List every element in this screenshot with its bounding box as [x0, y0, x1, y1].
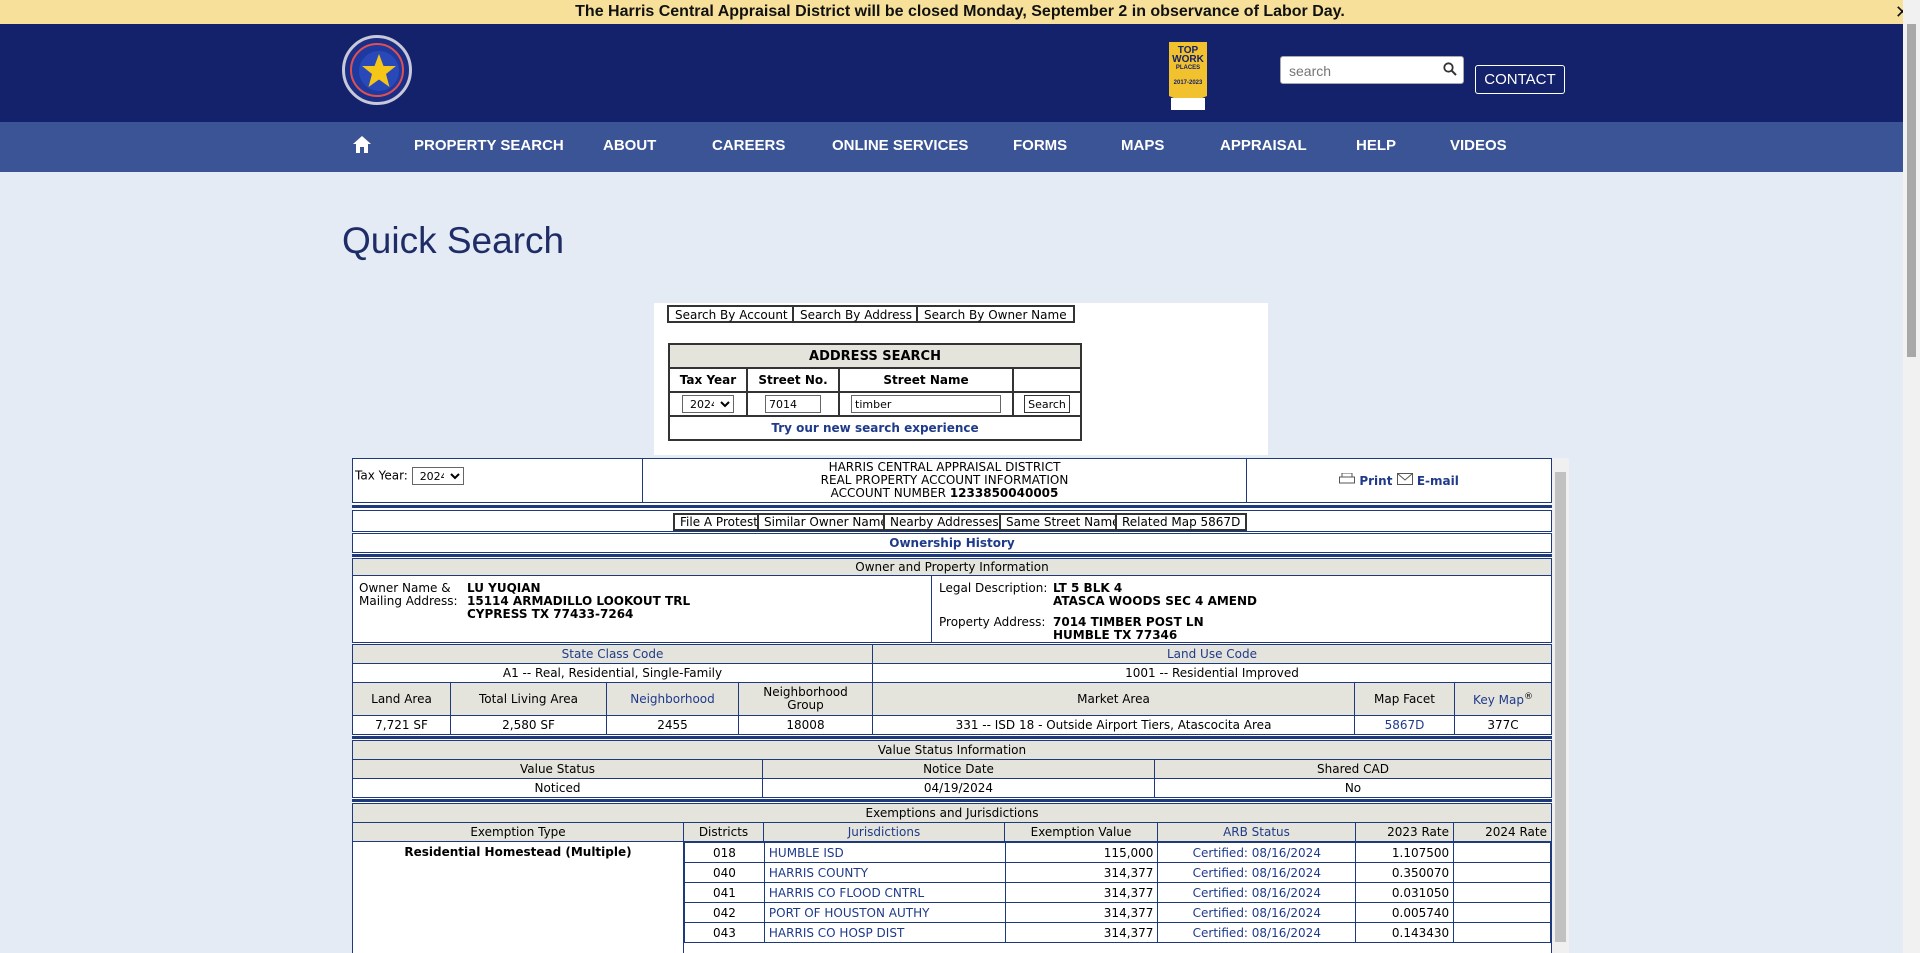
table-row: 043 HARRIS CO HOSP DIST 314,377 Certifie… — [684, 922, 1551, 943]
nav-help[interactable]: HELP — [1356, 122, 1396, 172]
exemptions-header-row: Exemption Type Districts Jurisdictions E… — [352, 822, 1552, 842]
new-search-link[interactable]: Try our new search experience — [668, 415, 1082, 441]
owner-info: Owner Name & Mailing Address: LU YUQIAN … — [352, 575, 1552, 643]
page-scrollbar[interactable] — [1903, 0, 1920, 953]
value-status-title: Value Status Information — [352, 740, 1552, 760]
same-street-button[interactable]: Same Street Name — [999, 513, 1127, 531]
land-use-label[interactable]: Land Use Code — [873, 645, 1551, 663]
state-class-value: A1 -- Real, Residential, Single-Family — [353, 664, 873, 682]
arb-status-link[interactable]: ARB Status — [1158, 823, 1356, 841]
badge-line3: PLACES — [1175, 65, 1201, 71]
account-tax-year-select[interactable]: 2024 — [411, 467, 464, 485]
land-use-value: 1001 -- Residential Improved — [1125, 666, 1299, 680]
jurisdictions-table: 018 HUMBLE ISD 115,000 Certified: 08/16/… — [684, 842, 1551, 943]
hcad-logo[interactable] — [342, 35, 412, 105]
nav-online-services[interactable]: ONLINE SERVICES — [832, 122, 968, 172]
street-no-input[interactable] — [765, 395, 821, 413]
mailing-line2: CYPRESS TX 77433-7264 — [467, 607, 634, 621]
street-no-header: Street No. — [746, 367, 840, 393]
nav-appraisal[interactable]: APPRAISAL — [1220, 122, 1307, 172]
shared-cad-value: No — [1344, 781, 1362, 795]
page-title: Quick Search — [342, 220, 565, 261]
nearby-addresses-button[interactable]: Nearby Addresses — [883, 513, 1006, 531]
neighborhood-link[interactable]: Neighborhood — [607, 683, 739, 715]
search-by-account-tab[interactable]: Search By Account — [667, 305, 796, 323]
tax-year-select[interactable]: 2024 — [682, 395, 734, 413]
land-header-row: Land Area Total Living Area Neighborhood… — [352, 682, 1552, 716]
value-status-value: Noticed — [353, 779, 763, 797]
announcement-text: The Harris Central Appraisal District wi… — [575, 3, 1345, 20]
announcement-bar: The Harris Central Appraisal District wi… — [0, 0, 1920, 25]
account-details: Tax Year: 2024 HARRIS CENTRAL APPRAISAL … — [352, 458, 1569, 953]
site-header: TOP WORK PLACES 2017-2023 CONTACT — [0, 24, 1920, 122]
related-map-button[interactable]: Related Map 5867D — [1115, 513, 1248, 531]
table-row: 042 PORT OF HOUSTON AUTHY 314,377 Certif… — [684, 902, 1551, 923]
tax-year-label: Tax Year: — [355, 468, 408, 483]
nav-property-search[interactable]: PROPERTY SEARCH — [414, 122, 564, 172]
site-search-input[interactable] — [1287, 58, 1441, 84]
nav-about[interactable]: ABOUT — [603, 122, 656, 172]
notice-date-value: 04/19/2024 — [763, 779, 1155, 797]
similar-owner-button[interactable]: Similar Owner Name — [757, 513, 895, 531]
land-value-row: 7,721 SF 2,580 SF 2455 18008 331 -- ISD … — [352, 715, 1552, 735]
star-icon — [359, 51, 399, 91]
nav-maps[interactable]: MAPS — [1121, 122, 1164, 172]
nav-forms[interactable]: FORMS — [1013, 122, 1067, 172]
home-icon[interactable] — [352, 135, 372, 160]
ownership-history-link[interactable]: Ownership History — [889, 536, 1014, 550]
key-map-link[interactable]: Key Map® — [1455, 683, 1551, 715]
exemptions-title: Exemptions and Jurisdictions — [352, 803, 1552, 823]
address-search-title: ADDRESS SEARCH — [668, 343, 1082, 369]
map-facet-link[interactable]: 5867D — [1355, 716, 1455, 734]
account-header: Tax Year: 2024 HARRIS CENTRAL APPRAISAL … — [352, 458, 1552, 503]
main-nav: PROPERTY SEARCH ABOUT CAREERS ONLINE SER… — [0, 122, 1920, 172]
search-by-address-tab[interactable]: Search By Address — [792, 305, 920, 323]
top-workplaces-badge: TOP WORK PLACES 2017-2023 — [1169, 42, 1207, 110]
exemption-type: Residential Homestead (Multiple) — [353, 842, 684, 953]
address-search-button[interactable]: Search — [1024, 395, 1070, 413]
account-number-label: ACCOUNT NUMBER — [830, 486, 946, 500]
site-search-box[interactable] — [1280, 56, 1464, 84]
table-row: 018 HUMBLE ISD 115,000 Certified: 08/16/… — [684, 842, 1551, 863]
table-row: 040 HARRIS COUNTY 314,377 Certified: 08/… — [684, 862, 1551, 883]
state-class-label[interactable]: State Class Code — [353, 645, 873, 663]
street-name-input[interactable] — [851, 395, 1001, 413]
envelope-icon — [1396, 473, 1413, 485]
table-row: 041 HARRIS CO FLOOD CNTRL 314,377 Certif… — [684, 882, 1551, 903]
badge-line2: WORK — [1172, 54, 1204, 65]
search-icon[interactable] — [1443, 62, 1457, 81]
search-by-owner-tab[interactable]: Search By Owner Name — [916, 305, 1075, 323]
file-protest-button[interactable]: File A Protest — [673, 513, 765, 531]
action-bar: File A Protest Similar Owner Name Nearby… — [352, 510, 1552, 532]
contact-button[interactable]: CONTACT — [1475, 65, 1565, 94]
legal-line2: ATASCA WOODS SEC 4 AMEND — [1053, 594, 1258, 608]
printer-icon — [1339, 472, 1356, 484]
tax-year-header: Tax Year — [668, 367, 748, 393]
account-number: 1233850040005 — [949, 486, 1059, 500]
owner-section-title: Owner and Property Information — [352, 558, 1552, 576]
email-link[interactable]: E-mail — [1396, 473, 1459, 488]
nav-careers[interactable]: CAREERS — [712, 122, 785, 172]
details-scrollbar[interactable] — [1552, 458, 1569, 953]
search-panel: Search By Account Search By Address Sear… — [654, 303, 1268, 455]
print-link[interactable]: Print — [1339, 472, 1396, 488]
property-line2: HUMBLE TX 77346 — [1053, 628, 1178, 642]
nav-videos[interactable]: VIDEOS — [1450, 122, 1507, 172]
street-name-header: Street Name — [838, 367, 1014, 393]
exemptions-body: Residential Homestead (Multiple) 018 HUM… — [352, 841, 1552, 953]
jurisdictions-link[interactable]: Jurisdictions — [764, 823, 1005, 841]
address-search-form: ADDRESS SEARCH Tax Year Street No. Stree… — [668, 343, 1082, 441]
badge-years: 2017-2023 — [1173, 80, 1203, 86]
